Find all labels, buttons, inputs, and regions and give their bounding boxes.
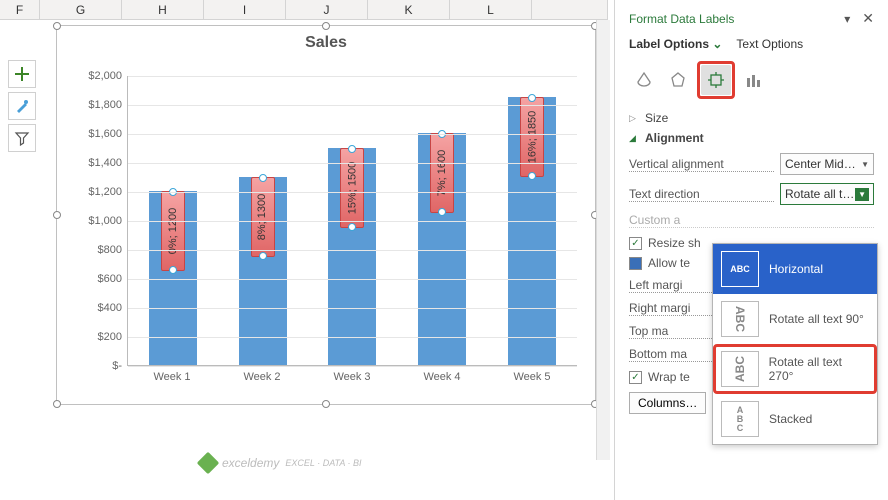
y-axis-tick: $1,000 bbox=[88, 215, 122, 227]
vertical-scrollbar[interactable] bbox=[596, 20, 610, 460]
pane-tabs: Label Options ⌄ Text Options bbox=[629, 37, 874, 51]
column-header[interactable]: L bbox=[450, 0, 532, 19]
text-direction-preview-icon: ABC bbox=[721, 251, 759, 287]
chart-container[interactable]: Sales 0%; 1200 8%; 1300 15%; 1500 7%; 1600 1… bbox=[56, 25, 596, 405]
x-axis-tick: Week 5 bbox=[513, 371, 550, 383]
column-header[interactable]: H bbox=[122, 0, 204, 19]
x-axis-tick: Week 1 bbox=[153, 371, 190, 383]
y-axis-tick: $600 bbox=[98, 273, 122, 285]
exceldemy-logo-icon bbox=[197, 452, 220, 475]
chart-styles-button[interactable] bbox=[8, 92, 36, 120]
y-axis-tick: $1,600 bbox=[88, 128, 122, 140]
dropdown-item-label: Horizontal bbox=[769, 262, 823, 276]
pane-title: Format Data Labels bbox=[629, 12, 734, 26]
fill-line-icon[interactable] bbox=[629, 65, 659, 95]
size-properties-icon[interactable] bbox=[701, 65, 731, 95]
chart-elements-button[interactable] bbox=[8, 60, 36, 88]
column-header[interactable]: F bbox=[0, 0, 40, 19]
dropdown-item[interactable]: ABC Rotate all text 90° bbox=[713, 294, 877, 344]
resize-handle[interactable] bbox=[53, 211, 61, 219]
column-header[interactable] bbox=[532, 0, 608, 19]
resize-handle[interactable] bbox=[322, 22, 330, 30]
x-axis-labels: Week 1 Week 2 Week 3 Week 4 Week 5 bbox=[127, 371, 577, 383]
expand-icon: ◢ bbox=[629, 133, 639, 144]
dropdown-item[interactable]: ABC Rotate all text 270° bbox=[713, 344, 877, 394]
column-headers: FGHIJKL bbox=[0, 0, 608, 20]
vertical-alignment-label: Vertical alignment bbox=[629, 157, 774, 172]
pane-options-chevron-icon[interactable]: ▾ bbox=[844, 12, 850, 26]
data-label[interactable]: 15%; 1500 bbox=[340, 148, 364, 228]
checkbox-icon[interactable] bbox=[629, 257, 642, 270]
data-label[interactable]: 0%; 1200 bbox=[161, 191, 185, 271]
effects-icon[interactable] bbox=[663, 65, 693, 95]
column-header[interactable]: G bbox=[40, 0, 122, 19]
columns-button[interactable]: Columns… bbox=[629, 392, 706, 414]
y-axis-tick: $1,400 bbox=[88, 157, 122, 169]
x-axis-tick: Week 2 bbox=[243, 371, 280, 383]
text-direction-preview-icon: ABC bbox=[721, 401, 759, 437]
column-header[interactable]: J bbox=[286, 0, 368, 19]
chart-filter-button[interactable] bbox=[8, 124, 36, 152]
text-direction-dropdown: ABC Horizontal ABC Rotate all text 90° ABC Ro… bbox=[712, 243, 878, 445]
highlight-box bbox=[697, 61, 735, 99]
y-axis-tick: $800 bbox=[98, 244, 122, 256]
option-category-icons bbox=[629, 61, 874, 99]
y-axis-tick: $1,800 bbox=[88, 99, 122, 111]
label-options-icon[interactable] bbox=[739, 65, 769, 95]
checkbox-checked-icon[interactable]: ✓ bbox=[629, 237, 642, 250]
chevron-down-icon: ⌄ bbox=[712, 37, 722, 51]
row-vertical-alignment: Vertical alignment Center Mid…▼ bbox=[629, 153, 874, 175]
pane-title-row: Format Data Labels ▾ ✕ bbox=[629, 10, 874, 27]
watermark: exceldemy EXCEL · DATA · BI bbox=[200, 455, 362, 471]
collapse-icon: ▷ bbox=[629, 113, 639, 124]
chart-title[interactable]: Sales bbox=[57, 26, 595, 60]
chevron-down-icon: ▼ bbox=[855, 188, 869, 201]
chart-side-tools bbox=[8, 60, 36, 152]
resize-handle[interactable] bbox=[53, 22, 61, 30]
column-header[interactable]: I bbox=[204, 0, 286, 19]
dropdown-item-label: Rotate all text 90° bbox=[769, 312, 864, 326]
data-label[interactable]: 16%; 1850 bbox=[520, 97, 544, 177]
x-axis-tick: Week 4 bbox=[423, 371, 460, 383]
dropdown-item[interactable]: ABC Horizontal bbox=[713, 244, 877, 294]
text-direction-preview-icon: ABC bbox=[721, 351, 759, 387]
x-axis-tick: Week 3 bbox=[333, 371, 370, 383]
section-size[interactable]: ▷Size bbox=[629, 111, 874, 125]
chevron-down-icon: ▼ bbox=[861, 160, 869, 169]
close-icon[interactable]: ✕ bbox=[862, 10, 874, 27]
text-direction-select[interactable]: Rotate all t…▼ bbox=[780, 183, 874, 205]
checkbox-checked-icon[interactable]: ✓ bbox=[629, 371, 642, 384]
text-direction-preview-icon: ABC bbox=[721, 301, 759, 337]
resize-handle[interactable] bbox=[322, 400, 330, 408]
vertical-alignment-select[interactable]: Center Mid…▼ bbox=[780, 153, 874, 175]
y-axis-tick: $200 bbox=[98, 331, 122, 343]
tab-label-options[interactable]: Label Options ⌄ bbox=[629, 37, 722, 51]
custom-angle-label: Custom a bbox=[629, 213, 874, 228]
tab-text-options[interactable]: Text Options bbox=[736, 37, 803, 51]
data-label[interactable]: 7%; 1600 bbox=[430, 133, 454, 213]
dropdown-item[interactable]: ABC Stacked bbox=[713, 394, 877, 444]
resize-handle[interactable] bbox=[53, 400, 61, 408]
text-direction-label: Text direction bbox=[629, 187, 774, 202]
dropdown-item-label: Rotate all text 270° bbox=[769, 355, 869, 383]
y-axis-tick: $400 bbox=[98, 302, 122, 314]
data-label[interactable]: 8%; 1300 bbox=[251, 177, 275, 257]
row-text-direction: Text direction Rotate all t…▼ bbox=[629, 183, 874, 205]
plot-area[interactable]: 0%; 1200 8%; 1300 15%; 1500 7%; 1600 16%; 18… bbox=[127, 76, 577, 366]
column-header[interactable]: K bbox=[368, 0, 450, 19]
y-axis-tick: $2,000 bbox=[88, 70, 122, 82]
dropdown-item-label: Stacked bbox=[769, 412, 812, 426]
y-axis-tick: $- bbox=[112, 360, 122, 372]
y-axis-tick: $1,200 bbox=[88, 186, 122, 198]
section-alignment[interactable]: ◢Alignment bbox=[629, 131, 874, 145]
